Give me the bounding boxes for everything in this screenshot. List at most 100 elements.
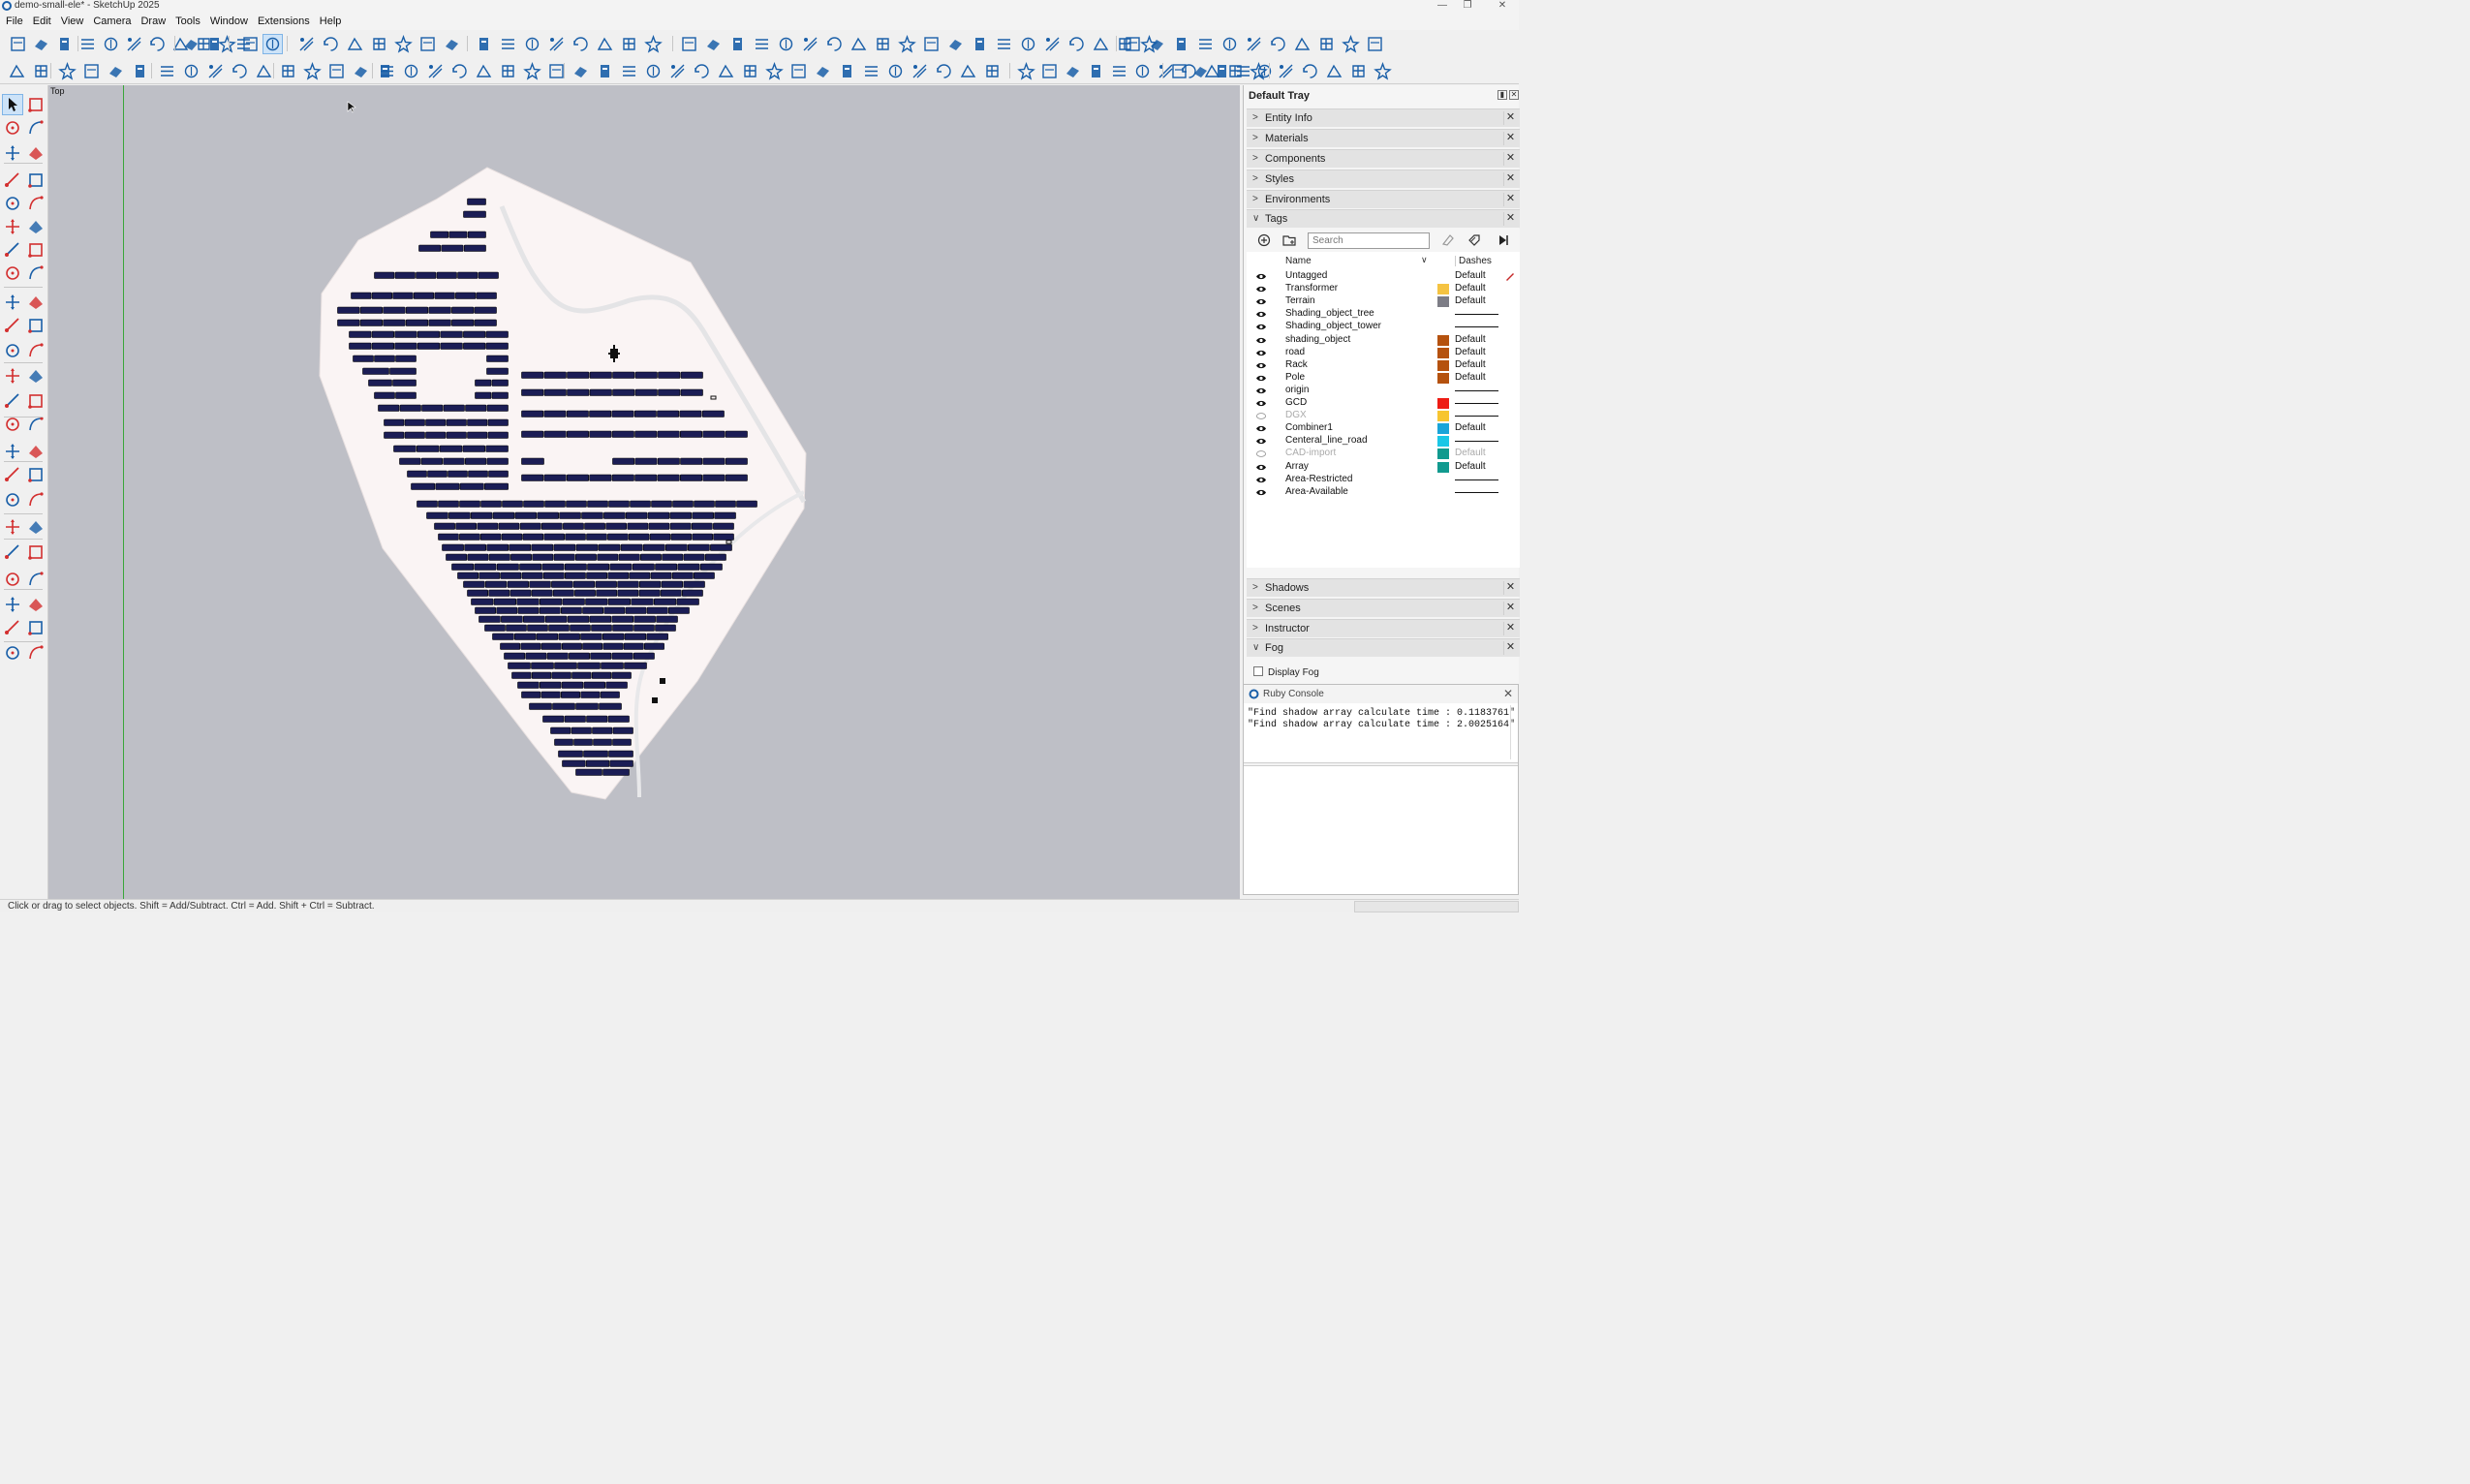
solar-panel-table[interactable] (589, 615, 612, 623)
solar-panel-table[interactable] (605, 681, 628, 689)
solar-panel-table[interactable] (564, 572, 586, 579)
back-edges-icon[interactable] (1269, 35, 1287, 53)
solar-panel-table[interactable] (428, 319, 451, 326)
model-viewport[interactable]: Top (48, 85, 1240, 899)
solar-panel-table[interactable] (655, 563, 678, 571)
solar-panel-table[interactable] (486, 355, 509, 362)
solar-panel-table[interactable] (496, 563, 519, 571)
solar-panel-table[interactable] (459, 500, 480, 508)
solar-panel-table[interactable] (599, 702, 622, 710)
solar-panel-table[interactable] (586, 572, 608, 579)
solar-panel-table[interactable] (474, 563, 497, 571)
copy-icon[interactable] (946, 35, 965, 53)
solar-panel-table[interactable] (475, 379, 492, 386)
solar-panel-table[interactable] (612, 727, 633, 734)
solar-panel-table[interactable] (629, 572, 651, 579)
solar-panel-table[interactable] (464, 543, 487, 551)
visible-eye-icon[interactable] (1255, 271, 1267, 282)
menu-tools[interactable]: Tools (170, 13, 205, 30)
add-tag-icon[interactable] (1256, 232, 1272, 248)
tag-color-swatch[interactable] (1437, 398, 1449, 409)
solar-panel-table[interactable] (446, 431, 467, 439)
tag-name[interactable]: Area-Restricted (1285, 474, 1352, 485)
solar-panel-table[interactable] (580, 691, 601, 698)
solar-panel-table[interactable] (371, 342, 395, 350)
print-icon[interactable] (231, 62, 249, 80)
open-icon[interactable] (32, 62, 50, 80)
save-icon[interactable] (58, 62, 77, 80)
back-view-icon[interactable] (1172, 35, 1190, 53)
solar-panel-table[interactable] (710, 543, 732, 551)
menu-help[interactable]: Help (315, 13, 347, 30)
visible-eye-icon[interactable] (1255, 322, 1267, 332)
solar-panel-table[interactable] (657, 410, 680, 417)
solar-panel-table[interactable] (399, 457, 421, 465)
top-view-icon[interactable] (303, 62, 322, 80)
new-icon[interactable] (849, 35, 868, 53)
solar-panel-table[interactable] (521, 371, 544, 379)
solar-panel-table[interactable] (486, 367, 509, 375)
solar-panel-table[interactable] (551, 671, 571, 679)
solar-panel-table[interactable] (532, 553, 554, 561)
solar-panel-table[interactable] (443, 404, 465, 412)
iso-view-icon[interactable] (182, 35, 201, 53)
copy-icon[interactable] (107, 62, 125, 80)
solar-panel-table[interactable] (442, 543, 464, 551)
tray-pin-icon[interactable]: ▮ (1497, 90, 1507, 100)
solar-panel-table[interactable] (540, 522, 563, 530)
visible-eye-icon[interactable] (1255, 360, 1267, 371)
solar-panel-table[interactable] (643, 642, 664, 650)
solar-panel-table[interactable] (657, 474, 680, 481)
tag-name[interactable]: Combiner1 (1285, 422, 1333, 434)
panel-components[interactable]: > Components ✕ (1247, 149, 1520, 168)
solar-panel-table[interactable] (394, 330, 417, 338)
solar-panel-table[interactable] (531, 671, 552, 679)
solar-panel-table[interactable] (540, 642, 562, 650)
tag-dashes[interactable]: Default (1455, 283, 1486, 294)
solar-panel-table[interactable] (405, 319, 429, 326)
solar-panel-table[interactable] (488, 553, 510, 561)
solar-panel-table[interactable] (648, 522, 670, 530)
monochrome-icon[interactable] (571, 62, 590, 80)
column-dashes-header[interactable]: Dashes (1455, 256, 1492, 266)
solar-panel-table[interactable] (609, 759, 633, 767)
solar-panel-table[interactable] (647, 511, 670, 519)
solar-panel-table[interactable] (607, 533, 629, 541)
solar-panel-table[interactable] (561, 681, 584, 689)
solar-panel-table[interactable] (459, 482, 484, 490)
tag-color-swatch[interactable] (1437, 334, 1449, 346)
solar-panel-table[interactable] (683, 580, 705, 588)
solar-panel-table[interactable] (521, 691, 541, 698)
solar-panel-table[interactable] (633, 624, 655, 632)
solar-panel-table[interactable] (517, 681, 540, 689)
solar-panel-table[interactable] (554, 662, 577, 669)
menu-extensions[interactable]: Extensions (253, 13, 315, 30)
solar-panel-table[interactable] (434, 292, 455, 299)
tag-dashes[interactable]: Default (1455, 270, 1486, 282)
tape-measure-icon[interactable] (26, 618, 46, 637)
orbit-icon[interactable] (3, 341, 22, 360)
tag-dash-line[interactable] (1455, 441, 1498, 443)
open-icon[interactable] (911, 62, 929, 80)
solar-panel-table[interactable] (591, 671, 612, 679)
solar-panel-table[interactable] (567, 371, 590, 379)
tag-tool-icon[interactable] (1467, 232, 1482, 248)
solar-panel-table[interactable] (691, 522, 713, 530)
tag-color-swatch[interactable] (1437, 423, 1449, 435)
tag-name[interactable]: Area-Available (1285, 486, 1348, 498)
solar-panel-table[interactable] (574, 553, 597, 561)
xray-icon[interactable] (1245, 35, 1263, 53)
column-name-header[interactable]: Name (1285, 256, 1312, 266)
freehand-icon[interactable] (3, 170, 22, 190)
new-icon[interactable] (9, 35, 27, 53)
solar-panel-table[interactable] (702, 457, 726, 465)
solar-panel-table[interactable] (464, 457, 487, 465)
lasso-icon[interactable] (3, 442, 22, 461)
visible-eye-icon[interactable] (1255, 373, 1267, 384)
tag-row[interactable]: CAD-import Default (1247, 448, 1520, 460)
solar-panel-table[interactable] (448, 231, 468, 238)
lock-icon[interactable] (717, 62, 735, 80)
solar-panel-table[interactable] (561, 642, 582, 650)
solar-panel-table[interactable] (525, 652, 547, 660)
solar-panel-table[interactable] (680, 371, 703, 379)
